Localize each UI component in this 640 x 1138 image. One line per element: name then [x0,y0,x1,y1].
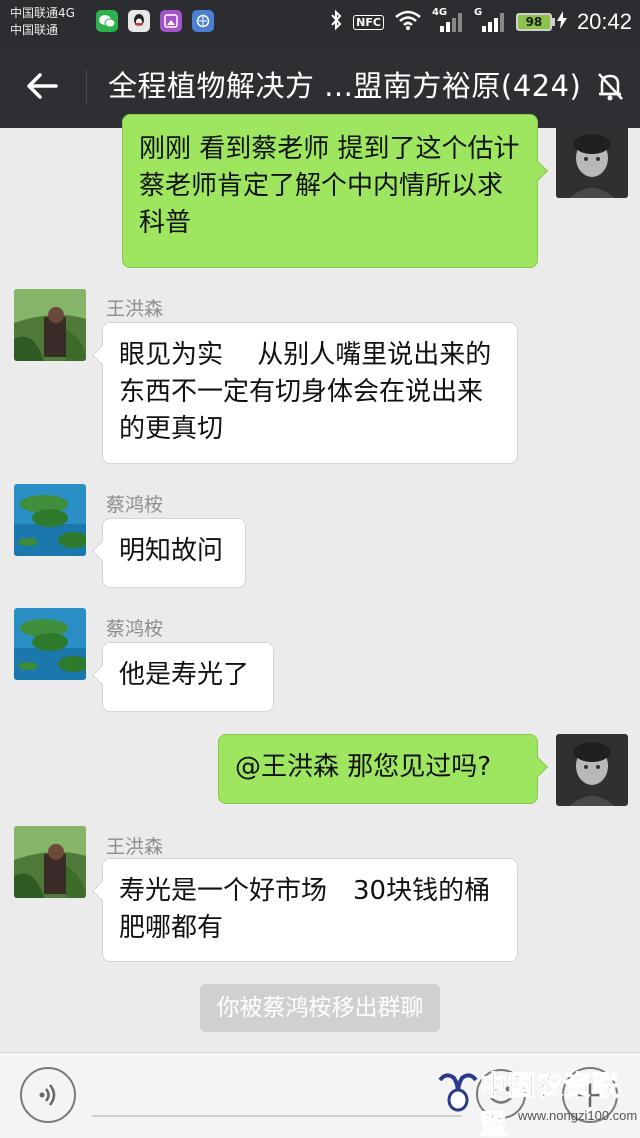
message-text: 他是寿光了 [119,660,250,690]
avatar-cai-hongan[interactable] [14,608,86,680]
wifi-icon [394,9,422,35]
voice-input-button[interactable] [20,1067,76,1123]
message-bubble-incoming[interactable]: 明知故问 [102,518,246,588]
gallery-icon [160,10,182,32]
message-text: @王洪森 那您见过吗? [235,752,492,782]
message-input[interactable] [92,1115,462,1117]
clock: 20:42 [576,9,632,34]
message-bubble-incoming[interactable]: 寿光是一个好市场 30块钱的桶肥哪都有 [102,858,518,962]
signal-4g-icon: 4G [432,7,464,34]
message-bubble-outgoing[interactable]: 刚刚 看到蔡老师 提到了这个估计 蔡老师肯定了解个中内情所以求科普 [122,114,538,268]
sender-name: 王洪森 [106,298,164,320]
voice-icon [39,1084,56,1106]
avatar-cai-hongan[interactable] [14,484,86,556]
back-arrow-icon [27,73,58,99]
qq-icon [128,10,150,32]
message-text: 寿光是一个好市场 30块钱的桶肥哪都有 [119,876,491,943]
avatar-self[interactable] [556,126,628,198]
status-bar: 中国联通4G 中国联通 NFC 4G G 98 20:42 [0,0,640,44]
watermark-url: www.nongzi100.com [518,1108,638,1123]
sender-name: 王洪森 [106,836,164,858]
nfc-icon: NFC [353,14,384,30]
wechat-icon [96,10,118,32]
sender-name: 蔡鸿桉 [106,494,164,516]
message-list[interactable]: 刚刚 看到蔡老师 提到了这个估计 蔡老师肯定了解个中内情所以求科普 王洪森 眼见… [0,114,640,1052]
signal-g-icon: G [474,7,506,34]
message-text: 刚刚 看到蔡老师 提到了这个估计 蔡老师肯定了解个中内情所以求科普 [139,134,520,238]
carrier-line-1: 中国联通4G [10,6,75,20]
sender-name: 蔡鸿桉 [106,618,164,640]
message-bubble-outgoing[interactable]: @王洪森 那您见过吗? [218,734,538,804]
message-bubble-incoming[interactable]: 他是寿光了 [102,642,274,712]
watermark-title: 中国农资联盟 [480,1071,620,1138]
watermark: 中国农资联盟 www.nongzi100.com [436,1064,640,1138]
battery-level: 98 [515,13,552,31]
notification-icons [96,10,214,32]
status-indicators: NFC 4G G 98 20:42 [329,6,632,38]
back-button[interactable] [18,64,66,108]
avatar-wang-hongsen[interactable] [14,289,86,361]
carrier-info: 中国联通4G 中国联通 [10,5,75,39]
header-divider [86,70,87,104]
bluetooth-icon [329,9,343,35]
carrier-line-2: 中国联通 [10,23,59,37]
browser-icon [192,10,214,32]
avatar-self[interactable] [556,734,628,806]
battery-icon: 98 [515,11,567,33]
message-bubble-incoming[interactable]: 眼见为实 从别人嘴里说出来的东西不一定有切身体会在说出来的更真切 [102,322,518,464]
avatar-wang-hongsen[interactable] [14,826,86,898]
alliance-logo-icon [438,1073,478,1112]
system-notice: 你被蔡鸿桉移出群聊 [200,984,440,1032]
muted-bell-icon[interactable] [594,70,626,102]
chat-title[interactable]: 全程植物解决方 ...盟南方裕原(424) [108,66,581,106]
charging-icon [556,11,567,33]
message-text: 眼见为实 从别人嘴里说出来的东西不一定有切身体会在说出来的更真切 [119,340,492,444]
message-text: 明知故问 [119,536,224,566]
